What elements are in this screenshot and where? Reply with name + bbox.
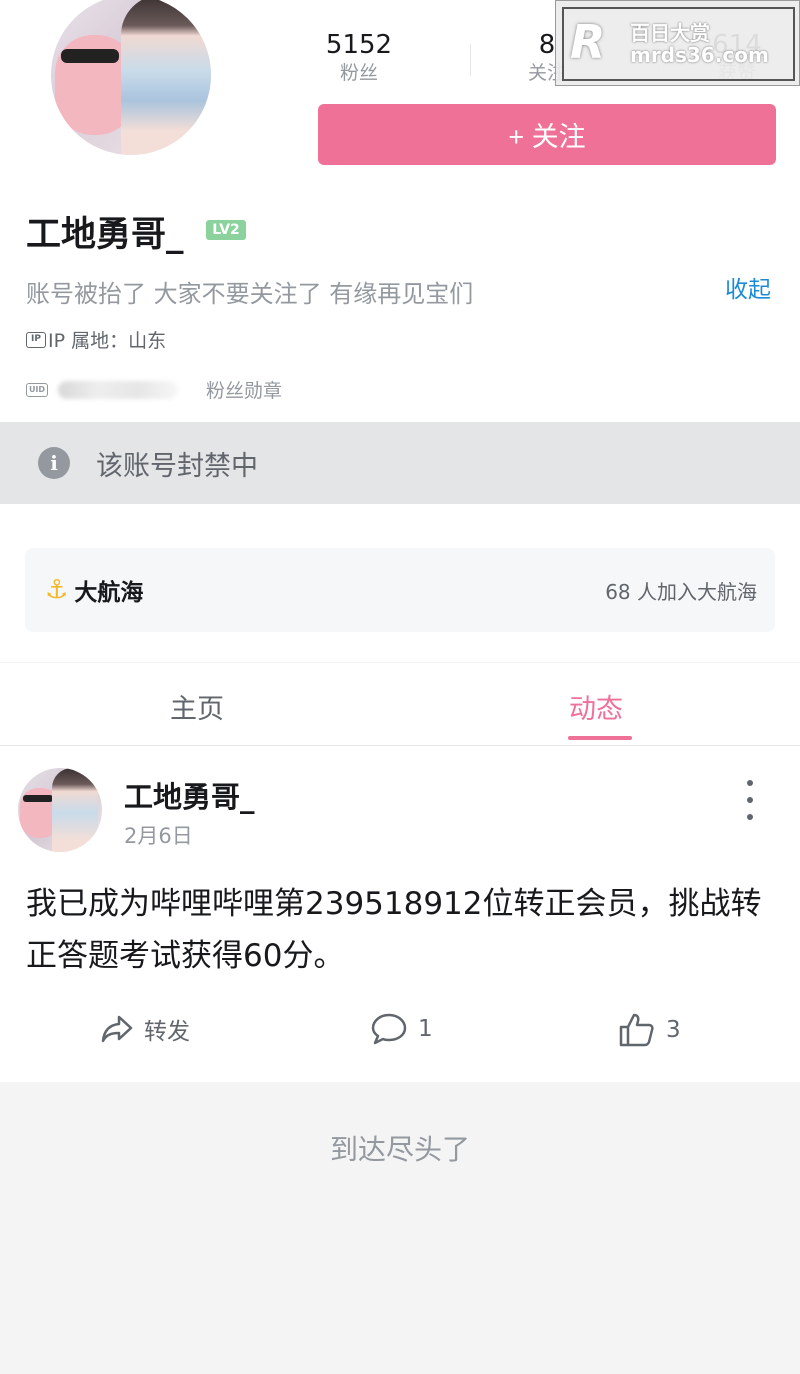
account-banned-notice: i 该账号封禁中 [0,422,800,504]
fans-count: 5152 [325,30,393,60]
collapse-bio-link[interactable]: 收起 [725,270,771,304]
comment-button[interactable]: 1 [370,1012,433,1046]
avatar-figure-graphic [52,768,98,852]
fleet-card[interactable]: ⚓ 大航海 68 人加入大航海 [25,548,775,632]
fleet-title: 大航海 [74,580,144,606]
like-count: 3 [666,1017,681,1043]
fans-label: 粉丝 [339,62,378,84]
active-tab-indicator [568,736,632,740]
profile-bio: 账号被抬了 大家不要关注了 有缘再见宝们 [26,280,474,308]
ip-icon: IP [26,331,46,348]
fleet-section: ⚓ 大航海 68 人加入大航海 [0,504,800,662]
banned-text: 该账号封禁中 [96,450,258,482]
profile-tabs: 主页 动态 [0,662,800,746]
end-of-feed-text: 到达尽头了 [329,1133,470,1166]
ip-location-text: IP 属地：山东 [48,330,167,352]
uid-icon: UID [26,382,48,397]
share-button[interactable]: 转发 [100,1012,190,1046]
uid-value-blurred [58,380,178,399]
comment-icon [371,1013,407,1045]
more-dot [747,780,753,786]
thumbs-up-icon [619,1013,654,1047]
post-date: 2月6日 [124,824,193,848]
fleet-member-count: 68 人加入大航海 [605,579,757,604]
profile-avatar[interactable] [48,0,214,158]
ip-location-row: IP IP 属地：山东 [26,326,166,353]
tab-home[interactable]: 主页 [170,687,224,726]
post-author-name[interactable]: 工地勇哥_ [124,774,255,816]
avatar-figure-graphic [121,0,211,155]
more-dot [747,797,753,803]
watermark-title: 百日大赏 [630,21,710,45]
tab-dynamic[interactable]: 动态 [569,687,623,726]
post-author-avatar[interactable] [18,768,102,852]
watermark-logo: R [570,15,606,69]
fan-medal-link[interactable]: 粉丝勋章 [206,376,282,403]
uid-row: UID 粉丝勋章 [26,376,282,403]
level-badge: LV2 [206,220,246,240]
profile-username: 工地勇哥_ [26,215,184,255]
profile-header: 5152 粉丝 8 关注 614 获赞 R 百日大赏 mrds36.com + … [0,0,800,422]
post-content: 我已成为哔哩哔哩第239518912位转正会员，挑战转正答题考试获得60分。 [26,886,762,974]
like-button[interactable]: 3 [618,1012,681,1048]
dynamic-post: 工地勇哥_ 2月6日 我已成为哔哩哔哩第239518912位转正会员，挑战转正答… [0,746,800,1082]
more-dot [747,814,753,820]
site-watermark: R 百日大赏 mrds36.com [555,0,800,86]
info-icon: i [38,447,70,479]
fans-stat[interactable]: 5152 粉丝 [318,30,400,86]
share-icon [101,1015,133,1043]
watermark-url: mrds36.com [630,43,769,67]
anchor-icon: ⚓ [45,575,69,605]
follow-button[interactable]: + 关注 [318,104,776,165]
more-options-icon[interactable] [736,780,764,820]
share-label: 转发 [144,1019,190,1045]
comment-count: 1 [418,1016,433,1042]
stat-divider [470,44,471,76]
